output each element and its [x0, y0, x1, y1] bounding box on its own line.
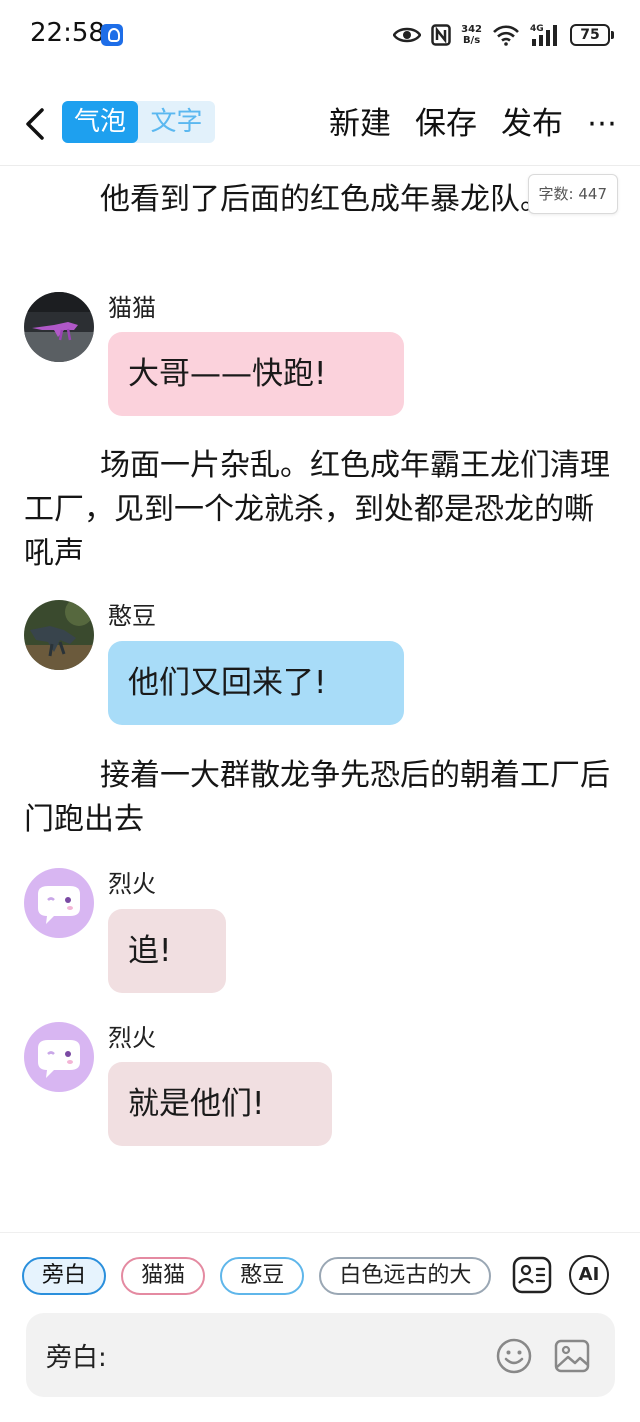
- new-button[interactable]: 新建: [329, 104, 391, 144]
- narration-paragraph[interactable]: 接着一大群散龙争先恐后的朝着工厂后门跑出去: [24, 754, 614, 842]
- avatar-liehuo[interactable]: [24, 1022, 94, 1092]
- emoji-icon[interactable]: [495, 1337, 533, 1375]
- chat-bubble-face-icon: [38, 1040, 80, 1078]
- mode-toggle: 气泡 文字: [62, 101, 215, 143]
- message-bubble[interactable]: 追!: [108, 909, 226, 993]
- speaker-name: 猫猫: [108, 294, 156, 322]
- network-speed: 342 B/s: [461, 24, 482, 46]
- message-bubble[interactable]: 他们又回来了!: [108, 641, 404, 725]
- network-type-label: 4G: [530, 24, 544, 34]
- publish-button[interactable]: 发布: [501, 104, 563, 144]
- tab-text-mode[interactable]: 文字: [138, 101, 215, 143]
- composer-box: 旁白:: [26, 1313, 615, 1397]
- eye-icon: [393, 27, 422, 43]
- composer-role-label: 旁白:: [46, 1343, 107, 1373]
- role-chip-handou[interactable]: 憨豆: [220, 1257, 305, 1295]
- dinosaur-avatar-image: [24, 292, 94, 362]
- back-arrow-icon[interactable]: [16, 102, 56, 146]
- word-count-badge: 字数: 447: [527, 174, 618, 214]
- speaker-name: 憨豆: [108, 602, 156, 630]
- role-chip-maomao[interactable]: 猫猫: [121, 1257, 206, 1295]
- narration-paragraph[interactable]: 他看到了后面的红色成年暴龙队。: [24, 178, 614, 222]
- tab-bubble-mode[interactable]: 气泡: [62, 101, 138, 143]
- image-icon[interactable]: [553, 1337, 591, 1375]
- role-chip-row[interactable]: 旁白 猫猫 憨豆 白色远古的大: [22, 1257, 492, 1295]
- wifi-icon: [493, 25, 519, 46]
- save-button[interactable]: 保存: [415, 104, 477, 144]
- chat-bubble-face-icon: [38, 886, 80, 924]
- composer-panel: 旁白 猫猫 憨豆 白色远古的大 AI 旁白:: [0, 1232, 640, 1422]
- status-bar: 22:58 342 B/s 4G 75: [0, 0, 640, 70]
- status-icons: 342 B/s 4G 75: [393, 20, 614, 50]
- ai-button[interactable]: AI: [569, 1255, 609, 1295]
- nav-actions: 新建 保存 发布 ⋯: [329, 104, 640, 144]
- more-options-button[interactable]: ⋯: [587, 109, 618, 139]
- nfc-icon: [431, 24, 451, 46]
- editor-top-nav: 气泡 文字 新建 保存 发布 ⋯: [0, 86, 640, 166]
- avatar-liehuo[interactable]: [24, 868, 94, 938]
- battery-indicator: 75: [570, 24, 614, 46]
- role-chip-narrator[interactable]: 旁白: [22, 1257, 107, 1295]
- speaker-name: 烈火: [108, 1024, 156, 1052]
- message-bubble[interactable]: 就是他们!: [108, 1062, 332, 1146]
- network-speed-unit: B/s: [462, 35, 481, 46]
- speaker-name: 烈火: [108, 870, 156, 898]
- cell-signal-icon: 4G: [530, 24, 557, 46]
- notification-app-icon: [101, 24, 123, 46]
- avatar-maomao[interactable]: [24, 292, 94, 362]
- role-chip-white-ancient[interactable]: 白色远古的大: [319, 1257, 492, 1295]
- dinosaur-avatar-image: [24, 600, 94, 670]
- avatar-handou[interactable]: [24, 600, 94, 670]
- composer-input[interactable]: [126, 1335, 466, 1375]
- status-time: 22:58: [30, 18, 105, 48]
- role-card-icon[interactable]: [512, 1255, 552, 1295]
- message-bubble[interactable]: 大哥——快跑!: [108, 332, 404, 416]
- narration-paragraph[interactable]: 场面一片杂乱。红色成年霸王龙们清理工厂，见到一个龙就杀，到处都是恐龙的嘶吼声: [24, 444, 614, 576]
- network-speed-value: 342: [461, 24, 482, 35]
